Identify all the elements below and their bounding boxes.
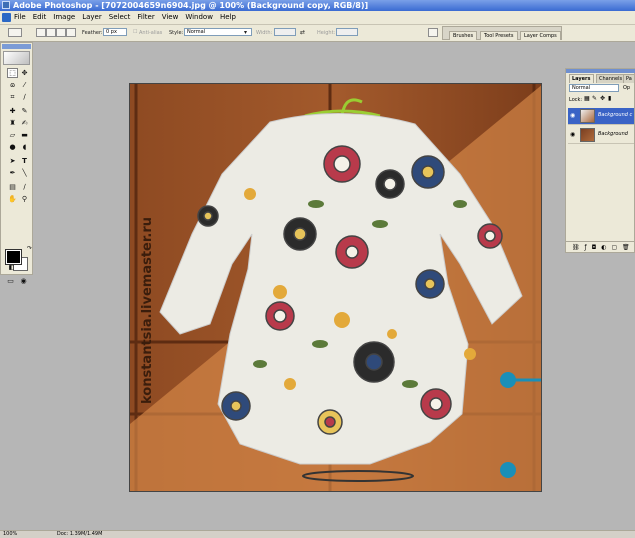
hand-icon[interactable]: ✋ <box>7 194 18 204</box>
path-select-icon[interactable]: ➤ <box>7 156 18 166</box>
toolbox: ⬚ ✥ ɷ ⁄ ⌗ ∕ ✚ ✎ ♜ ✍ ▱ ▬ ● ◖ ➤ T ✒ ╲ ▤ ∕ … <box>0 42 35 285</box>
new-selection-icon[interactable] <box>36 28 46 37</box>
clone-stamp-icon[interactable]: ♜ <box>7 118 18 128</box>
healing-icon[interactable]: ✚ <box>7 106 18 116</box>
feather-input[interactable]: 0 px <box>103 28 127 36</box>
type-icon[interactable]: T <box>19 156 30 166</box>
title-bar: Adobe Photoshop - [7072004659n6904.jpg @… <box>0 0 635 11</box>
link-icon[interactable]: ⛓ <box>572 244 580 251</box>
menu-file[interactable]: File <box>14 13 26 21</box>
height-label: Height: <box>317 30 336 36</box>
brush-icon[interactable]: ✎ <box>19 106 30 116</box>
magic-wand-icon[interactable]: ⁄ <box>19 80 30 90</box>
subtract-selection-icon[interactable] <box>56 28 66 37</box>
tool-preset-picker[interactable] <box>8 28 22 37</box>
lock-label: Lock: <box>569 97 583 103</box>
photoshop-logo-icon[interactable] <box>2 13 11 22</box>
menu-window[interactable]: Window <box>185 13 213 21</box>
tab-brushes[interactable]: Brushes <box>449 31 478 40</box>
standard-mode-icon[interactable]: ▭ <box>5 276 16 286</box>
menu-help[interactable]: Help <box>220 13 236 21</box>
crop-icon[interactable]: ⌗ <box>7 92 18 102</box>
layer-thumbnail <box>580 109 595 123</box>
history-brush-icon[interactable]: ✍ <box>19 118 30 128</box>
menu-bar: File Edit Image Layer Select Filter View Window… <box>0 11 635 25</box>
height-input[interactable] <box>336 28 358 36</box>
palette-well: Brushes Tool Presets Layer Comps <box>442 26 562 40</box>
lock-position-icon[interactable]: ✥ <box>600 95 605 102</box>
notes-icon[interactable]: ▤ <box>7 182 18 192</box>
feather-label: Feather: <box>82 30 103 36</box>
layer-thumbnail <box>580 128 595 142</box>
swap-colors-icon[interactable]: ↷ <box>24 244 35 254</box>
antialias-label: Anti-alias <box>139 30 163 36</box>
doc-size: Doc: 1.39M/1.49M <box>56 531 103 537</box>
add-selection-icon[interactable] <box>46 28 56 37</box>
photoshop-icon <box>2 1 10 9</box>
style-select[interactable]: Normal <box>184 28 252 36</box>
opacity-label: Op <box>623 85 631 91</box>
style-label: Style: <box>169 30 184 36</box>
menu-filter[interactable]: Filter <box>137 13 154 21</box>
tab-paths[interactable]: Pa <box>623 74 635 83</box>
pen-icon[interactable]: ✒ <box>7 168 18 178</box>
toolbox-header[interactable] <box>2 44 31 49</box>
layers-palette-header[interactable] <box>566 69 635 73</box>
watermark-text: konstantsia.livemaster.ru <box>140 216 155 404</box>
trash-icon[interactable]: 🗑 <box>622 244 630 251</box>
menu-edit[interactable]: Edit <box>33 13 47 21</box>
zoom-icon[interactable]: ⚲ <box>19 194 30 204</box>
intersect-selection-icon[interactable] <box>66 28 76 37</box>
lasso-icon[interactable]: ɷ <box>7 80 18 90</box>
layer-row[interactable]: ◉ Background <box>568 127 634 144</box>
width-input[interactable] <box>274 28 296 36</box>
layer-row[interactable]: ◉ Background c <box>568 108 634 125</box>
default-colors-icon[interactable]: ◧ <box>6 263 17 273</box>
lock-transparency-icon[interactable]: ▦ <box>584 95 590 102</box>
chevron-down-icon[interactable]: ▾ <box>244 29 247 36</box>
layer-style-icon[interactable]: ƒ <box>585 244 587 251</box>
window-title: Adobe Photoshop - [7072004659n6904.jpg @… <box>13 1 369 10</box>
eye-icon[interactable]: ◉ <box>570 132 575 138</box>
tab-layers[interactable]: Layers <box>569 74 594 83</box>
eyedropper-icon[interactable]: ∕ <box>19 92 30 102</box>
tab-channels[interactable]: Channels <box>596 74 626 83</box>
eye-icon[interactable]: ◉ <box>570 113 575 119</box>
menu-image[interactable]: Image <box>53 13 75 21</box>
layers-palette: Layers Channels Pa Normal Op Lock: ▦ ✎ ✥… <box>565 68 635 253</box>
layer-name: Background <box>598 131 628 137</box>
swap-icon[interactable]: ⇄ <box>300 29 305 36</box>
layers-footer: ⛓ ƒ ◘ ◐ ▢ 🗑 <box>566 241 634 253</box>
tab-layer-comps[interactable]: Layer Comps <box>520 31 561 40</box>
photo <box>130 84 541 491</box>
blur-icon[interactable]: ● <box>7 142 18 152</box>
width-label: Width: <box>256 30 273 36</box>
eyedropper-2-icon[interactable]: ∕ <box>19 182 30 192</box>
shape-icon[interactable]: ╲ <box>19 168 30 178</box>
adjustment-icon[interactable]: ◐ <box>601 244 606 251</box>
layer-name: Background c <box>598 112 633 118</box>
menu-view[interactable]: View <box>162 13 179 21</box>
mask-icon[interactable]: ◘ <box>592 244 597 251</box>
foreground-color-swatch[interactable] <box>5 249 22 265</box>
document-canvas[interactable]: konstantsia.livemaster.ru <box>129 83 542 492</box>
move-icon[interactable]: ✥ <box>19 68 30 78</box>
tab-tool-presets[interactable]: Tool Presets <box>480 31 518 40</box>
lock-image-icon[interactable]: ✎ <box>592 95 597 102</box>
new-layer-icon[interactable]: ▢ <box>611 244 617 251</box>
zoom-level[interactable]: 100% <box>3 531 17 537</box>
style-value: Normal <box>187 29 206 35</box>
gradient-icon[interactable]: ▬ <box>19 130 30 140</box>
menu-layer[interactable]: Layer <box>82 13 102 21</box>
adobe-online-icon[interactable] <box>3 51 30 65</box>
menu-select[interactable]: Select <box>109 13 131 21</box>
file-browser-icon[interactable] <box>428 28 438 37</box>
eraser-icon[interactable]: ▱ <box>7 130 18 140</box>
lock-all-icon[interactable]: ▮ <box>608 95 611 102</box>
quick-mask-icon[interactable]: ◉ <box>18 276 29 286</box>
rect-marquee-icon[interactable]: ⬚ <box>7 68 18 78</box>
blend-mode-select[interactable]: Normal <box>569 84 619 92</box>
dodge-icon[interactable]: ◖ <box>19 142 30 152</box>
antialias-checkbox[interactable]: ☐ <box>133 29 137 35</box>
